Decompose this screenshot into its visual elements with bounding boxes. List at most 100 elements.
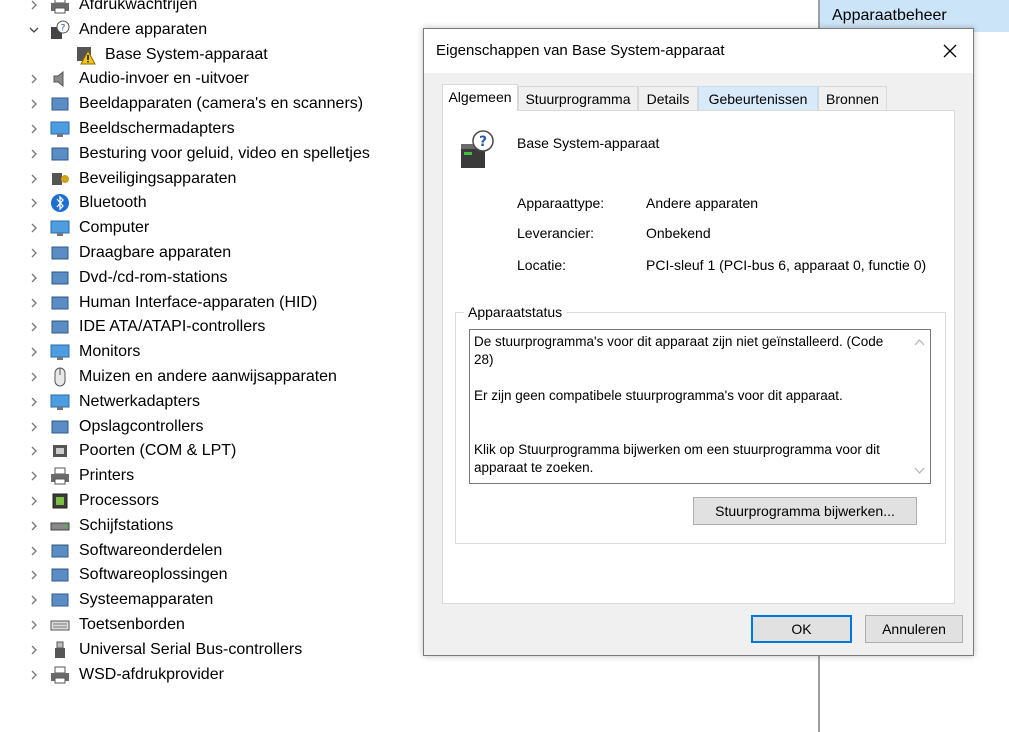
status-line: De stuurprogramma's voor dit apparaat zi…	[474, 334, 884, 367]
update-driver-button[interactable]: Stuurprogramma bijwerken...	[693, 497, 917, 525]
tab-algemeen[interactable]: Algemeen	[442, 84, 518, 111]
device-type-value: Andere apparaten	[646, 195, 759, 211]
hid-icon	[50, 293, 70, 313]
tree-item-label: Beeldapparaten (camera's en scanners)	[79, 95, 364, 113]
chevron-right-icon[interactable]	[28, 222, 40, 234]
chevron-right-icon[interactable]	[28, 520, 40, 532]
chevron-right-icon[interactable]	[28, 470, 40, 482]
chevron-right-icon[interactable]	[28, 371, 40, 383]
chevron-right-icon[interactable]	[28, 197, 40, 209]
tree-item-label: Netwerkadapters	[79, 392, 200, 410]
tree-item-label: Softwareonderdelen	[79, 541, 223, 559]
tree-item-label: Systeemapparaten	[79, 591, 214, 609]
scroll-up-icon[interactable]	[914, 338, 925, 346]
tree-item-label: Computer	[79, 219, 150, 237]
tree-category-item[interactable]: ? Andere apparaten	[0, 18, 420, 42]
tree-category-item[interactable]: Draagbare apparaten	[0, 241, 420, 265]
tree-category-item[interactable]: Universal Serial Bus-controllers	[0, 638, 420, 662]
tree-category-item[interactable]: Processors	[0, 489, 420, 513]
tree-category-item[interactable]: Beveiligingsapparaten	[0, 167, 420, 191]
warning-device-icon	[76, 45, 96, 65]
tree-category-item[interactable]: Poorten (COM & LPT)	[0, 439, 420, 463]
chevron-right-icon[interactable]	[28, 272, 40, 284]
tree-category-item[interactable]: Computer	[0, 216, 420, 240]
chevron-right-icon[interactable]	[28, 148, 40, 160]
chevron-right-icon[interactable]	[28, 123, 40, 135]
tree-child-item[interactable]: Base System-apparaat	[0, 43, 420, 67]
tab-stuurprogramma[interactable]: Stuurprogramma	[518, 86, 638, 110]
tree-category-item[interactable]: Audio-invoer en -uitvoer	[0, 67, 420, 91]
computer-icon	[50, 218, 70, 238]
speaker-icon	[50, 69, 70, 89]
tree-category-item[interactable]: Muizen en andere aanwijsapparaten	[0, 365, 420, 389]
chevron-right-icon[interactable]	[28, 569, 40, 581]
tree-category-item[interactable]: Schijfstations	[0, 514, 420, 538]
keyboard-icon	[50, 615, 70, 635]
tree-item-label: Bluetooth	[79, 194, 147, 212]
svg-text:?: ?	[61, 23, 66, 33]
chevron-right-icon[interactable]	[28, 0, 40, 11]
tree-category-item[interactable]: Beeldschermadapters	[0, 117, 420, 141]
disk-drive-icon	[50, 516, 70, 536]
cancel-button[interactable]: Annuleren	[865, 615, 963, 643]
tree-category-item[interactable]: Beeldapparaten (camera's en scanners)	[0, 92, 420, 116]
svg-text:?: ?	[479, 134, 487, 150]
tab-bronnen[interactable]: Bronnen	[818, 86, 887, 110]
tree-category-item[interactable]: Dvd-/cd-rom-stations	[0, 266, 420, 290]
device-status-text[interactable]: De stuurprogramma's voor dit apparaat zi…	[469, 329, 931, 484]
chevron-right-icon[interactable]	[28, 396, 40, 408]
chevron-right-icon[interactable]	[28, 297, 40, 309]
tree-item-label: WSD-afdrukprovider	[79, 665, 224, 683]
chevron-right-icon[interactable]	[28, 73, 40, 85]
sound-video-icon	[50, 144, 70, 164]
tree-category-item[interactable]: Monitors	[0, 340, 420, 364]
chevron-right-icon[interactable]	[28, 619, 40, 631]
chevron-right-icon[interactable]	[28, 321, 40, 333]
tree-item-label: Toetsenborden	[79, 616, 185, 633]
tree-category-item[interactable]: Human Interface-apparaten (HID)	[0, 291, 420, 315]
chevron-right-icon[interactable]	[28, 594, 40, 606]
security-device-icon	[50, 169, 70, 189]
close-button[interactable]	[935, 37, 965, 65]
status-scrollbar[interactable]	[911, 330, 928, 483]
chevron-right-icon[interactable]	[28, 247, 40, 259]
tree-item-label: Softwareoplossingen	[79, 566, 228, 584]
chevron-right-icon[interactable]	[28, 346, 40, 358]
properties-dialog: Eigenschappen van Base System-apparaat A…	[423, 28, 974, 656]
tree-category-item[interactable]: IDE ATA/ATAPI-controllers	[0, 315, 420, 339]
camera-icon	[50, 94, 70, 114]
tree-category-item[interactable]: Systeemapparaten	[0, 588, 420, 612]
chevron-right-icon[interactable]	[28, 545, 40, 557]
tree-category-item[interactable]: Toetsenborden	[0, 613, 420, 637]
ok-button[interactable]: OK	[751, 615, 852, 643]
tree-category-item[interactable]: Printers	[0, 464, 420, 488]
tree-item-label: Andere apparaten	[79, 20, 208, 38]
chevron-right-icon[interactable]	[28, 495, 40, 507]
tree-category-item[interactable]: Besturing voor geluid, video en spelletj…	[0, 142, 420, 166]
close-icon	[943, 44, 957, 58]
tree-category-item[interactable]: Afdrukwachtrijen	[0, 0, 420, 17]
chevron-right-icon[interactable]	[28, 421, 40, 433]
tree-category-item[interactable]: Netwerkadapters	[0, 390, 420, 414]
chevron-right-icon[interactable]	[28, 644, 40, 656]
dialog-titlebar[interactable]: Eigenschappen van Base System-apparaat	[424, 29, 973, 73]
chevron-right-icon[interactable]	[28, 173, 40, 185]
chevron-right-icon[interactable]	[28, 98, 40, 110]
device-name: Base System-apparaat	[517, 135, 660, 151]
tab-details[interactable]: Details	[638, 86, 698, 110]
port-icon	[50, 441, 70, 461]
usb-icon	[50, 640, 70, 660]
chevron-right-icon[interactable]	[28, 445, 40, 457]
tree-category-item[interactable]: Bluetooth	[0, 191, 420, 215]
chevron-right-icon[interactable]	[28, 669, 40, 681]
network-adapter-icon	[50, 392, 70, 412]
system-device-icon	[50, 590, 70, 610]
tree-category-item[interactable]: Opslagcontrollers	[0, 415, 420, 439]
tree-category-item[interactable]: Softwareoplossingen	[0, 563, 420, 587]
scroll-down-icon[interactable]	[914, 467, 925, 475]
tree-item-label: Muizen en andere aanwijsapparaten	[79, 368, 337, 385]
chevron-down-icon[interactable]	[28, 24, 40, 36]
tree-category-item[interactable]: WSD-afdrukprovider	[0, 663, 420, 687]
tree-category-item[interactable]: Softwareonderdelen	[0, 539, 420, 563]
tab-gebeurtenissen[interactable]: Gebeurtenissen	[698, 86, 818, 110]
